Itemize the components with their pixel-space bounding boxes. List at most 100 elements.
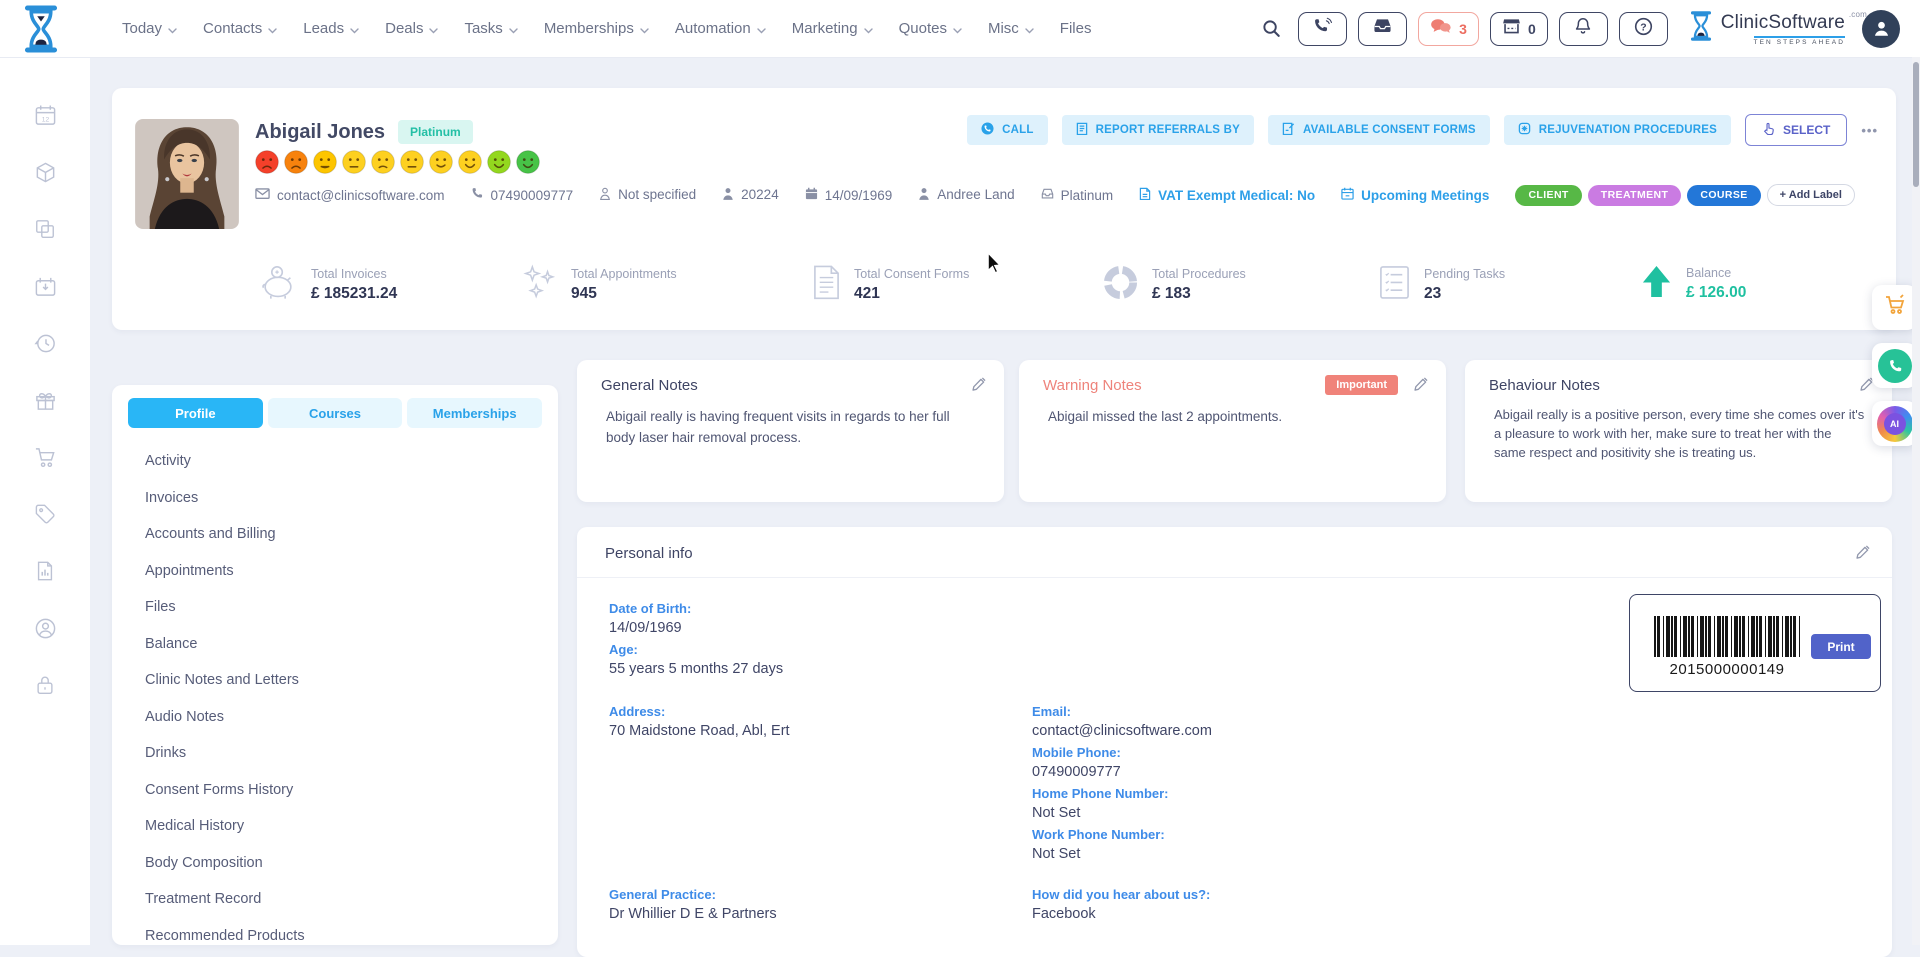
patient-phone[interactable]: 07490009777: [471, 187, 574, 203]
menu-activity[interactable]: Activity: [145, 443, 538, 480]
tab-profile[interactable]: Profile: [128, 398, 263, 428]
nav-today[interactable]: Today: [122, 19, 177, 38]
tag-icon[interactable]: [33, 502, 57, 526]
nav-label: Memberships: [544, 20, 634, 37]
calendar-import-icon[interactable]: [33, 274, 57, 298]
edit-pencil-icon[interactable]: [971, 376, 987, 397]
nav-deals[interactable]: Deals: [385, 19, 438, 38]
lock-icon[interactable]: [33, 673, 57, 697]
notifications-button[interactable]: [1559, 12, 1608, 46]
phone-icon: [981, 122, 994, 138]
user-avatar[interactable]: [1862, 10, 1900, 48]
help-button[interactable]: ?: [1619, 12, 1668, 46]
satisfaction-emoji[interactable]: [342, 150, 366, 174]
report-icon[interactable]: [33, 559, 57, 583]
chevron-down-icon: [757, 21, 766, 38]
vat-exempt-link[interactable]: VAT Exempt Medical: No: [1139, 187, 1315, 204]
field-value: Not Set: [1032, 805, 1169, 821]
more-actions-button[interactable]: •••: [1861, 123, 1878, 138]
menu-clinic-notes[interactable]: Clinic Notes and Letters: [145, 662, 538, 699]
patient-photo[interactable]: [135, 119, 239, 229]
satisfaction-emoji[interactable]: [516, 150, 540, 174]
stat-label: Total Invoices: [311, 267, 397, 281]
satisfaction-emoji[interactable]: [458, 150, 482, 174]
nav-automation[interactable]: Automation: [675, 19, 766, 38]
nav-files[interactable]: Files: [1060, 20, 1092, 37]
menu-treatment-record[interactable]: Treatment Record: [145, 881, 538, 918]
nav-label: Misc: [988, 20, 1019, 37]
chat-count-badge: 3: [1459, 21, 1467, 37]
nav-marketing[interactable]: Marketing: [792, 19, 873, 38]
cart-icon: [1883, 293, 1907, 322]
menu-consent-forms-history[interactable]: Consent Forms History: [145, 772, 538, 809]
tab-courses[interactable]: Courses: [268, 398, 403, 428]
quick-cart-widget[interactable]: [1872, 285, 1917, 330]
cart-icon[interactable]: [33, 445, 57, 469]
menu-appointments[interactable]: Appointments: [145, 553, 538, 590]
stat-pending-tasks: Pending Tasks23: [1378, 264, 1505, 306]
nav-label: Contacts: [203, 20, 262, 37]
search-icon[interactable]: [1262, 19, 1281, 38]
upcoming-meetings-link[interactable]: Upcoming Meetings: [1341, 187, 1489, 203]
field-label: Date of Birth:: [609, 601, 691, 616]
nav-tasks[interactable]: Tasks: [464, 19, 517, 38]
copy-icon[interactable]: [33, 217, 57, 241]
consent-forms-button[interactable]: AVAILABLE CONSENT FORMS: [1268, 115, 1490, 145]
nav-misc[interactable]: Misc: [988, 19, 1034, 38]
stat-value: £ 185231.24: [311, 285, 397, 303]
dialer-button[interactable]: [1298, 12, 1347, 46]
ai-assistant-widget[interactable]: AI: [1872, 401, 1917, 446]
menu-body-composition[interactable]: Body Composition: [145, 845, 538, 882]
menu-balance[interactable]: Balance: [145, 626, 538, 663]
brand-name: ClinicSoftware: [1721, 12, 1845, 33]
store-icon: [1502, 18, 1521, 39]
satisfaction-emoji[interactable]: [255, 150, 279, 174]
nav-leads[interactable]: Leads: [303, 19, 359, 38]
stat-label: Pending Tasks: [1424, 267, 1505, 281]
patient-email[interactable]: contact@clinicsoftware.com: [255, 188, 445, 203]
satisfaction-emoji[interactable]: [487, 150, 511, 174]
nav-quotes[interactable]: Quotes: [899, 19, 962, 38]
app-logo[interactable]: [18, 5, 64, 53]
brand-logo[interactable]: ClinicSoftware.com TEN STEPS AHEAD: [1689, 11, 1845, 46]
menu-files[interactable]: Files: [145, 589, 538, 626]
user-circle-icon[interactable]: [33, 616, 57, 640]
satisfaction-emoji[interactable]: [313, 150, 337, 174]
history-icon[interactable]: [33, 331, 57, 355]
scrollbar-thumb[interactable]: [1913, 62, 1919, 187]
edit-pencil-icon[interactable]: [1413, 376, 1429, 397]
field-label: Age:: [609, 642, 783, 657]
tab-memberships[interactable]: Memberships: [407, 398, 542, 428]
satisfaction-emoji[interactable]: [400, 150, 424, 174]
gift-icon[interactable]: [33, 388, 57, 412]
edit-pencil-icon[interactable]: [1855, 544, 1871, 565]
inbox-button[interactable]: [1358, 12, 1407, 46]
satisfaction-emoji[interactable]: [429, 150, 453, 174]
package-icon[interactable]: [33, 160, 57, 184]
stat-label: Total Procedures: [1152, 267, 1246, 281]
menu-recommended-products[interactable]: Recommended Products: [145, 918, 538, 955]
rejuvenation-button[interactable]: REJUVENATION PROCEDURES: [1504, 115, 1731, 145]
menu-invoices[interactable]: Invoices: [145, 480, 538, 517]
add-label-button[interactable]: + Add Label: [1767, 184, 1855, 206]
shop-button[interactable]: 0: [1490, 12, 1548, 46]
barcode-image: [1654, 616, 1800, 657]
call-button[interactable]: CALL: [967, 115, 1047, 145]
satisfaction-emoji[interactable]: [371, 150, 395, 174]
chat-button[interactable]: 3: [1418, 12, 1479, 46]
print-button[interactable]: Print: [1811, 634, 1871, 659]
menu-medical-history[interactable]: Medical History: [145, 808, 538, 845]
nav-contacts[interactable]: Contacts: [203, 19, 277, 38]
menu-accounts-billing[interactable]: Accounts and Billing: [145, 516, 538, 553]
menu-drinks[interactable]: Drinks: [145, 735, 538, 772]
stars-icon: [520, 264, 558, 305]
nav-memberships[interactable]: Memberships: [544, 19, 649, 38]
field-general-practice: General Practice:Dr Whillier D E & Partn…: [609, 887, 777, 922]
report-referrals-button[interactable]: REPORT REFERRALS BY: [1062, 115, 1254, 145]
menu-audio-notes[interactable]: Audio Notes: [145, 699, 538, 736]
stat-total-appointments: Total Appointments945: [520, 264, 677, 305]
satisfaction-emoji[interactable]: [284, 150, 308, 174]
calendar-icon[interactable]: 12: [33, 103, 57, 127]
quick-call-widget[interactable]: [1872, 343, 1917, 388]
select-button[interactable]: SELECT: [1745, 114, 1847, 146]
